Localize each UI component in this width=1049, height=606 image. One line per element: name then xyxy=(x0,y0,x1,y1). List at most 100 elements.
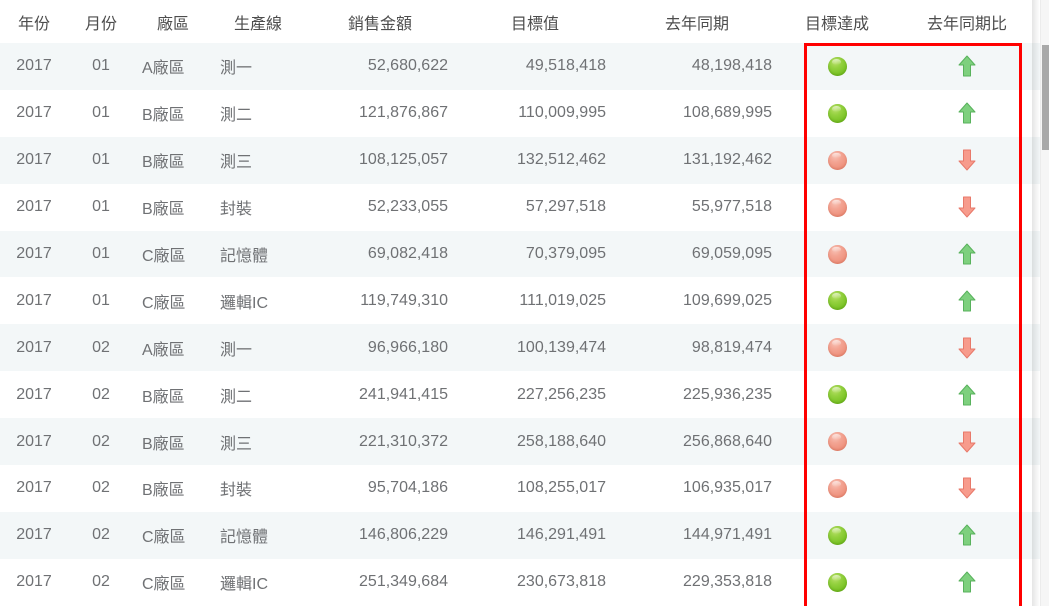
table-row[interactable]: 2017 02 C廠區 邏輯IC 251,349,684 230,673,818 229,3… xyxy=(0,558,1040,606)
table-row[interactable]: 2017 01 C廠區 記憶體 69,082,418 70,379,095 69,059,0… xyxy=(0,230,1040,278)
column-header-target-value[interactable]: 目標值 xyxy=(456,0,614,43)
status-dot-green-icon xyxy=(827,525,847,545)
status-dot-red-icon xyxy=(827,197,847,217)
cell-target-value: 146,291,491 xyxy=(456,511,614,559)
cell-target-achievement xyxy=(780,136,894,184)
cell-target-achievement xyxy=(780,277,894,325)
cell-last-year: 225,936,235 xyxy=(614,371,780,419)
cell-target-value: 132,512,462 xyxy=(456,136,614,184)
cell-month: 02 xyxy=(68,511,134,559)
column-header-year[interactable]: 年份 xyxy=(0,0,68,43)
cell-year: 2017 xyxy=(0,183,68,231)
cell-plant: B廠區 xyxy=(134,465,212,512)
cell-month: 02 xyxy=(68,324,134,372)
cell-year: 2017 xyxy=(0,89,68,137)
column-header-sales-amount[interactable]: 銷售金額 xyxy=(304,0,456,43)
table-row[interactable]: 2017 01 B廠區 封裝 52,233,055 57,297,518 55,977,51… xyxy=(0,183,1040,231)
arrow-up-icon xyxy=(957,102,977,124)
cell-plant: B廠區 xyxy=(134,418,212,466)
cell-sales-amount: 69,082,418 xyxy=(304,230,456,278)
column-header-last-year-same-period[interactable]: 去年同期 xyxy=(614,0,780,43)
cell-sales-amount: 96,966,180 xyxy=(304,324,456,372)
cell-sales-amount: 251,349,684 xyxy=(304,558,456,606)
cell-sales-amount: 221,310,372 xyxy=(304,418,456,466)
status-dot-red-icon xyxy=(827,478,847,498)
cell-target-achievement xyxy=(780,89,894,137)
table-row[interactable]: 2017 02 B廠區 測三 221,310,372 258,188,640 256,868… xyxy=(0,418,1040,466)
cell-last-year: 229,353,818 xyxy=(614,558,780,606)
arrow-down-icon xyxy=(957,337,977,359)
cell-production-line: 測一 xyxy=(212,43,304,90)
cell-year: 2017 xyxy=(0,371,68,419)
cell-sales-amount: 52,233,055 xyxy=(304,183,456,231)
cell-year: 2017 xyxy=(0,511,68,559)
cell-production-line: 測二 xyxy=(212,371,304,419)
table-row[interactable]: 2017 02 C廠區 記憶體 146,806,229 146,291,491 144,97… xyxy=(0,511,1040,559)
cell-target-achievement xyxy=(780,43,894,90)
cell-last-year: 48,198,418 xyxy=(614,43,780,90)
vertical-scrollbar[interactable] xyxy=(1040,0,1049,606)
cell-target-value: 110,009,995 xyxy=(456,89,614,137)
column-header-month[interactable]: 月份 xyxy=(68,0,134,43)
cell-year: 2017 xyxy=(0,43,68,90)
status-dot-green-icon xyxy=(827,572,847,592)
column-header-yoy-comparison[interactable]: 去年同期比 xyxy=(894,0,1040,43)
cell-target-achievement xyxy=(780,183,894,231)
arrow-up-icon xyxy=(957,243,977,265)
cell-yoy-comparison xyxy=(894,89,1040,137)
cell-plant: A廠區 xyxy=(134,324,212,372)
cell-target-value: 57,297,518 xyxy=(456,183,614,231)
cell-yoy-comparison xyxy=(894,558,1040,606)
cell-target-value: 258,188,640 xyxy=(456,418,614,466)
cell-plant: A廠區 xyxy=(134,43,212,90)
cell-target-achievement xyxy=(780,558,894,606)
table-header: 年份 月份 廠區 生產線 銷售金額 目標值 去年同期 目標達成 去年同期比 xyxy=(0,0,1040,43)
cell-yoy-comparison xyxy=(894,136,1040,184)
cell-plant: C廠區 xyxy=(134,277,212,325)
cell-month: 02 xyxy=(68,418,134,466)
arrow-up-icon xyxy=(957,524,977,546)
table-row[interactable]: 2017 02 A廠區 測一 96,966,180 100,139,474 98,819,4… xyxy=(0,324,1040,372)
data-grid-container[interactable]: 年份 月份 廠區 生產線 銷售金額 目標值 去年同期 目標達成 去年同期比 20… xyxy=(0,0,1040,606)
cell-last-year: 106,935,017 xyxy=(614,465,780,512)
cell-plant: B廠區 xyxy=(134,371,212,419)
column-header-production-line[interactable]: 生產線 xyxy=(212,0,304,43)
cell-target-achievement xyxy=(780,230,894,278)
cell-target-achievement xyxy=(780,324,894,372)
table-row[interactable]: 2017 01 C廠區 邏輯IC 119,749,310 111,019,025 109,6… xyxy=(0,277,1040,325)
table-row[interactable]: 2017 02 B廠區 封裝 95,704,186 108,255,017 106,935,… xyxy=(0,465,1040,512)
cell-target-value: 49,518,418 xyxy=(456,43,614,90)
arrow-up-icon xyxy=(957,571,977,593)
cell-production-line: 封裝 xyxy=(212,465,304,512)
cell-year: 2017 xyxy=(0,324,68,372)
scrollbar-thumb[interactable] xyxy=(1042,45,1049,150)
cell-last-year: 98,819,474 xyxy=(614,324,780,372)
column-header-plant[interactable]: 廠區 xyxy=(134,0,212,43)
table-row[interactable]: 2017 01 A廠區 測一 52,680,622 49,518,418 48,198,41… xyxy=(0,43,1040,90)
table-row[interactable]: 2017 02 B廠區 測二 241,941,415 227,256,235 225,936… xyxy=(0,371,1040,419)
cell-target-value: 108,255,017 xyxy=(456,465,614,512)
cell-target-achievement xyxy=(780,418,894,466)
cell-last-year: 55,977,518 xyxy=(614,183,780,231)
cell-year: 2017 xyxy=(0,277,68,325)
cell-year: 2017 xyxy=(0,230,68,278)
cell-production-line: 記憶體 xyxy=(212,230,304,278)
table-row[interactable]: 2017 01 B廠區 測二 121,876,867 110,009,995 108,689… xyxy=(0,89,1040,137)
status-dot-green-icon xyxy=(827,56,847,76)
cell-month: 01 xyxy=(68,136,134,184)
cell-sales-amount: 146,806,229 xyxy=(304,511,456,559)
cell-sales-amount: 95,704,186 xyxy=(304,465,456,512)
cell-sales-amount: 119,749,310 xyxy=(304,277,456,325)
cell-last-year: 256,868,640 xyxy=(614,418,780,466)
cell-production-line: 測三 xyxy=(212,136,304,184)
cell-year: 2017 xyxy=(0,558,68,606)
cell-year: 2017 xyxy=(0,136,68,184)
arrow-down-icon xyxy=(957,431,977,453)
cell-target-value: 70,379,095 xyxy=(456,230,614,278)
column-header-target-achievement[interactable]: 目標達成 xyxy=(780,0,894,43)
cell-last-year: 109,699,025 xyxy=(614,277,780,325)
table-row[interactable]: 2017 01 B廠區 測三 108,125,057 132,512,462 131,192… xyxy=(0,136,1040,184)
arrow-up-icon xyxy=(957,55,977,77)
cell-last-year: 144,971,491 xyxy=(614,511,780,559)
cell-production-line: 記憶體 xyxy=(212,511,304,559)
